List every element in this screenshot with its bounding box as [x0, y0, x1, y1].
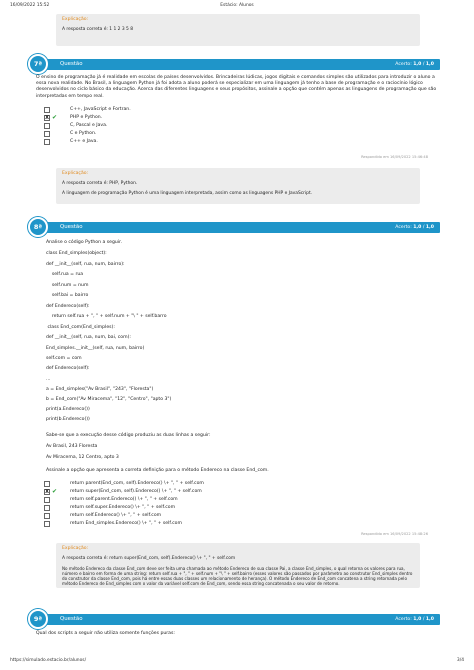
feedback-explanation: No método Endereco da classe End_com dev… — [62, 566, 413, 587]
option-checkbox[interactable] — [44, 513, 50, 519]
q8-output-line-1: Av Brasil, 243 Floresta — [46, 444, 98, 449]
code-line: print(a.Endereco()) — [46, 407, 90, 412]
print-url: https://simulado.estacio.br/alunos/ — [10, 658, 87, 663]
question-score: Acerto: 1,0 / 1,0 — [395, 616, 434, 622]
print-datetime: 16/09/2022 15:52 — [10, 3, 50, 8]
question-label: Questão — [60, 616, 83, 622]
option-checkbox[interactable] — [44, 107, 50, 113]
question-label: Questão — [60, 224, 83, 230]
feedback-answer: A resposta correta é: return super(End_c… — [62, 556, 236, 562]
check-icon: ✔ — [52, 114, 58, 121]
question-7-header: Questão Acerto: 1,0 / 1,0 — [36, 59, 440, 70]
option-checkbox[interactable] — [44, 123, 50, 129]
code-line: self.rua = rua — [46, 272, 84, 277]
code-line: End_simples.__init__(self, rua, num, bai… — [46, 346, 145, 351]
option-checkbox-selected[interactable]: X — [44, 489, 50, 495]
option-checkbox[interactable] — [44, 481, 50, 487]
q8-answer-timestamp: Respondido em 16/09/2022 15:48:26 — [361, 532, 428, 536]
code-line: def Endereco(self): — [46, 366, 90, 371]
q8-output-line-2: Av Miracema, 12 Centro, apto 3 — [46, 455, 119, 460]
question-9-header: Questão Acerto: 1,0 / 1,0 — [36, 614, 440, 625]
code-line: class End_simples(object): — [46, 251, 107, 256]
question-score: Acerto: 1,0 / 1,0 — [395, 61, 434, 67]
q8-after-code: Sabe-se que a execução desse código prod… — [46, 433, 211, 438]
code-line: def Endereco(self): — [46, 304, 90, 309]
option-checkbox[interactable] — [44, 139, 50, 145]
question-7-number-badge: 7ª — [28, 54, 48, 74]
code-line: self.com = com — [46, 356, 82, 361]
q7-feedback-box: Explicação: A resposta correta é: PHP, P… — [56, 168, 420, 204]
check-icon: ✔ — [52, 488, 58, 495]
code-line: print(b.Endereco()) — [46, 417, 90, 422]
question-8-number-badge: 8ª — [28, 217, 48, 237]
print-page-title: Estácio: Alunos — [220, 3, 254, 8]
feedback-title: Explicação: — [62, 546, 89, 551]
code-line: def __init__(self, rua, num, bairro): — [46, 262, 125, 267]
option-checkbox[interactable] — [44, 497, 50, 503]
option-checkbox[interactable] — [44, 521, 50, 527]
code-line: def __init__(self, rua, num, bai, com): — [46, 335, 131, 340]
prev-feedback-box: Explicação: A resposta correta é: 1 1 2 … — [56, 14, 420, 46]
option-checkbox[interactable] — [44, 131, 50, 137]
q8-question: Assinale a opção que apresenta a correta… — [46, 468, 269, 473]
question-9-number-badge: 9ª — [28, 609, 48, 629]
question-8-intro: Analise o código Python a seguir. — [46, 240, 122, 245]
feedback-explanation: A linguagem de programação Python é uma … — [62, 191, 313, 197]
print-header: 16/09/2022 15:52 Estácio: Alunos — [10, 3, 464, 11]
print-footer: https://simulado.estacio.br/alunos/ 3/4 — [10, 658, 464, 666]
question-9-statement: Qual dos scripts a seguir não utiliza so… — [36, 631, 175, 636]
code-line: self.bai = bairro — [46, 293, 89, 298]
question-8-header: Questão Acerto: 1,0 / 1,0 — [36, 222, 440, 233]
feedback-answer: A resposta correta é: PHP, Python. — [62, 181, 138, 187]
feedback-title: Explicação: — [62, 17, 89, 22]
option-checkbox-selected[interactable]: X — [44, 115, 50, 121]
code-line: ... — [46, 377, 51, 382]
code-line: class End_com(End_simples): — [46, 325, 115, 330]
code-line: b = End_com("Av Miracema", "12", "Centro… — [46, 397, 172, 402]
feedback-answer: A resposta correta é: 1 1 2 3 5 8 — [62, 27, 134, 33]
question-score: Acerto: 1,0 / 1,0 — [395, 224, 434, 230]
code-line: self.num = num — [46, 283, 89, 288]
q7-answer-timestamp: Respondido em 16/09/2022 15:46:48 — [361, 155, 428, 159]
option-checkbox[interactable] — [44, 505, 50, 511]
code-line: a = End_simples("Av Brasil", "243", "Flo… — [46, 387, 154, 392]
q8-feedback-box: Explicação: A resposta correta é: return… — [56, 543, 420, 588]
question-7-statement: O ensino de programação já é realidade e… — [36, 75, 437, 99]
code-line: return self.rua + ", " + self.num + "\ "… — [46, 314, 167, 319]
feedback-title: Explicação: — [62, 171, 89, 176]
question-label: Questão — [60, 61, 83, 67]
print-page-counter: 3/4 — [456, 658, 464, 663]
